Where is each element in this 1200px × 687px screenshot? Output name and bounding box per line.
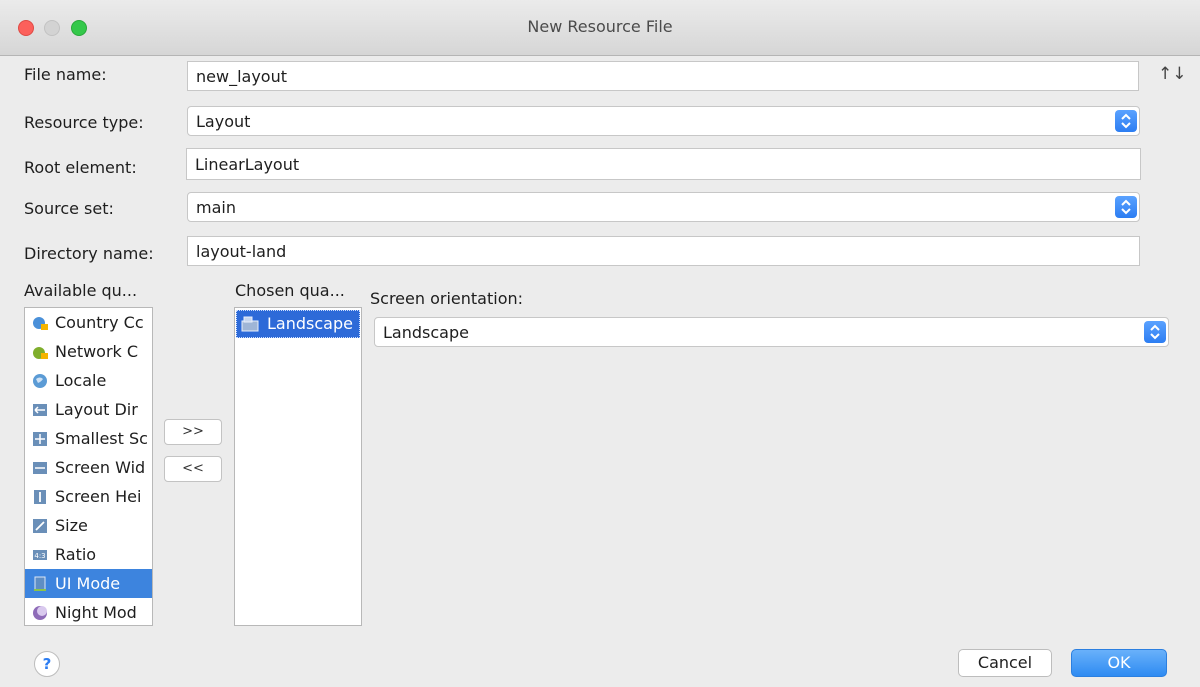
source-set-label: Source set: (24, 199, 114, 218)
directory-name-input[interactable]: layout-land (187, 236, 1140, 266)
qualifier-item-label: Smallest Sc (55, 429, 148, 448)
size-icon (33, 519, 47, 533)
landscape-icon (241, 316, 259, 332)
smallest-screen-icon (33, 432, 47, 446)
resource-type-value: Layout (196, 112, 251, 131)
available-qualifiers-list[interactable]: Country Cc Network C Locale Layout Dir Small… (24, 307, 153, 626)
qualifier-item-label: Locale (55, 371, 107, 390)
resource-type-label: Resource type: (24, 113, 144, 132)
layout-direction-icon (33, 404, 47, 416)
chosen-qualifiers-label: Chosen qua... (235, 281, 345, 300)
select-arrows-icon (1144, 321, 1166, 343)
qualifier-item[interactable]: Network C (25, 337, 152, 366)
chosen-item-landscape[interactable]: Landscape (236, 310, 360, 338)
qualifier-item-label: Size (55, 516, 88, 535)
chosen-item-label: Landscape (267, 314, 353, 333)
qualifier-item[interactable]: Locale (25, 366, 152, 395)
qualifier-item[interactable]: Screen Wid (25, 453, 152, 482)
screen-orientation-label: Screen orientation: (370, 289, 524, 308)
help-button[interactable]: ? (34, 651, 60, 677)
qualifier-item-label: Screen Hei (55, 487, 142, 506)
screen-width-icon (33, 462, 47, 474)
qualifier-item-label: Night Mod (55, 603, 137, 622)
night-mode-icon (33, 606, 47, 620)
qualifier-item[interactable]: 4:3 Ratio (25, 540, 152, 569)
resource-type-select[interactable]: Layout (187, 106, 1140, 136)
screen-height-icon (34, 490, 46, 504)
qualifier-item-label: Network C (55, 342, 139, 361)
root-element-label: Root element: (24, 158, 137, 177)
ui-mode-icon (34, 576, 46, 591)
select-arrows-icon (1115, 110, 1137, 132)
globe-icon (33, 374, 47, 388)
add-qualifier-button[interactable]: >> (164, 419, 222, 445)
screen-orientation-value: Landscape (383, 323, 469, 342)
qualifier-item-label: UI Mode (55, 574, 121, 593)
qualifier-item[interactable]: Smallest Sc (25, 424, 152, 453)
cancel-button[interactable]: Cancel (958, 649, 1052, 677)
qualifier-item-label: Country Cc (55, 313, 144, 332)
screen-orientation-select[interactable]: Landscape (374, 317, 1169, 347)
qualifier-item-label: Ratio (55, 545, 97, 564)
select-arrows-icon (1115, 196, 1137, 218)
chosen-qualifiers-list[interactable]: Landscape (234, 307, 362, 626)
qualifier-item[interactable]: Layout Dir (25, 395, 152, 424)
window-title: New Resource File (527, 17, 673, 36)
sort-icon[interactable]: ↑↓ (1158, 64, 1187, 84)
source-set-select[interactable]: main (187, 192, 1140, 222)
root-element-input[interactable]: LinearLayout (186, 148, 1141, 180)
qualifier-item[interactable]: Size (25, 511, 152, 540)
remove-qualifier-button[interactable]: << (164, 456, 222, 482)
ok-button[interactable]: OK (1071, 649, 1167, 677)
available-qualifiers-label: Available qu... (24, 281, 138, 300)
country-code-icon (33, 317, 48, 330)
qualifier-item[interactable]: Country Cc (25, 308, 152, 337)
file-name-label: File name: (24, 65, 107, 84)
svg-text:4:3: 4:3 (34, 552, 45, 560)
file-name-input[interactable]: new_layout (187, 61, 1139, 91)
title-bar: New Resource File (0, 0, 1200, 56)
qualifier-item[interactable]: Screen Hei (25, 482, 152, 511)
qualifier-item[interactable]: Night Mod (25, 598, 152, 625)
qualifier-item-label: Screen Wid (55, 458, 146, 477)
source-set-value: main (196, 198, 236, 217)
qualifier-item-label: Layout Dir (55, 400, 138, 419)
ratio-icon: 4:3 (33, 550, 47, 560)
qualifier-item[interactable]: UI Mode (25, 569, 152, 598)
network-code-icon (33, 347, 48, 359)
directory-name-label: Directory name: (24, 244, 154, 263)
